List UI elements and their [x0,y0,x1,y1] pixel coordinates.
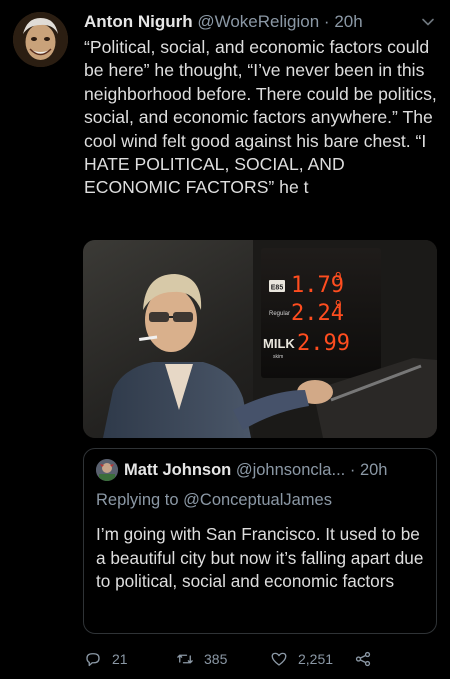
price-3: 2.99 [297,331,350,356]
like-button[interactable]: 2,251 [270,648,333,670]
quote-time[interactable]: 20h [360,461,388,479]
tweet-media-image[interactable]: E85 1.79 9 Regular 2.24 9 MILK skim 2.99 [83,240,437,438]
retweet-icon [177,654,193,664]
fuel-label-regular: Regular [269,311,290,317]
author-handle[interactable]: @WokeReligion [197,12,319,31]
quote-author-handle[interactable]: @johnsoncla... [236,461,345,479]
retweet-count: 385 [204,651,228,667]
tweet-header: Anton Nigurh @WokeReligion · 20h [84,11,434,35]
share-icon [355,651,371,667]
tweet-text: “Political, social, and economic factors… [84,37,437,198]
reply-button[interactable]: 21 [84,648,128,670]
share-button[interactable] [354,648,382,670]
retweet-button[interactable]: 385 [176,648,227,670]
quote-reply-context: Replying to @ConceptualJames [96,489,332,511]
tweet-actions: 21 385 2,251 [84,648,434,670]
author-name[interactable]: Anton Nigurh [84,12,193,31]
reply-prefix: Replying to [96,491,179,509]
price-1-sup: 9 [335,270,342,283]
quote-separator-dot: · [349,461,356,479]
comment-icon [86,653,100,667]
quoted-tweet[interactable]: Matt Johnson @johnsoncla... · 20h Replyi… [83,448,437,634]
quote-author-avatar[interactable] [96,459,118,481]
author-avatar[interactable] [13,12,68,67]
quote-header: Matt Johnson @johnsoncla... · 20h [124,459,434,481]
quote-text: I’m going with San Francisco. It used to… [96,524,424,591]
quote-author-name[interactable]: Matt Johnson [124,461,231,479]
reply-count: 21 [112,651,128,667]
fuel-badge: E85 [271,285,284,292]
tweet: Anton Nigurh @WokeReligion · 20h “Politi… [0,0,450,679]
fuel-label-skim: skim [273,354,283,360]
like-count: 2,251 [298,651,334,667]
fuel-label-milk: MILK [263,336,295,351]
chevron-down-icon[interactable] [420,14,436,30]
separator-dot: · [323,12,330,31]
heart-icon [271,652,287,666]
tweet-time[interactable]: 20h [334,12,362,31]
price-2-sup: 9 [335,298,342,311]
reply-mention[interactable]: @ConceptualJames [183,491,332,509]
